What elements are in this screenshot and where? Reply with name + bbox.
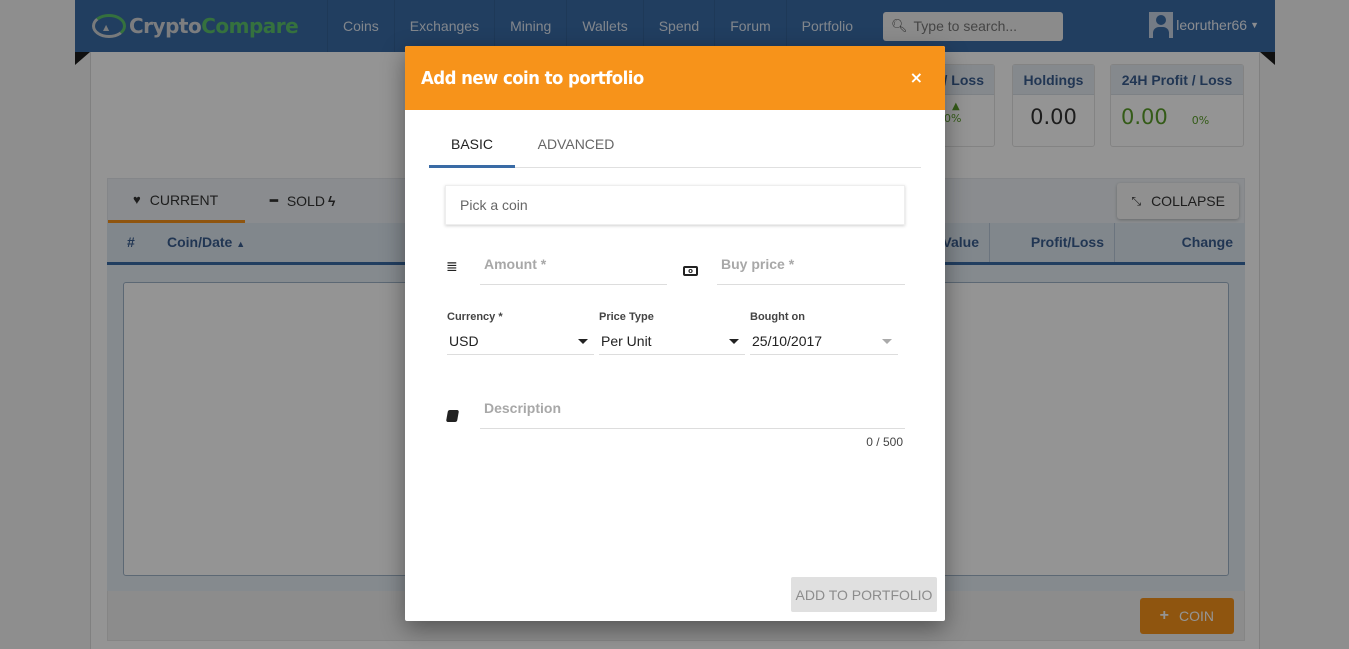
modal-tabs: BASIC ADVANCED	[429, 122, 921, 168]
bought-on-value: 25/10/2017	[752, 333, 823, 349]
dropdown-arrow-icon	[578, 339, 588, 344]
currency-label: Currency *	[447, 311, 503, 323]
modal-header: Add new coin to portfolio ×	[405, 46, 945, 110]
dropdown-arrow-icon	[729, 339, 739, 344]
dropdown-arrow-icon	[882, 339, 892, 344]
bought-on-label: Bought on	[750, 311, 805, 323]
price-type-label: Price Type	[599, 311, 654, 323]
amount-placeholder: Amount *	[484, 256, 547, 272]
money-bill-icon: o	[683, 266, 698, 276]
price-type-select[interactable]: Price Type Per Unit	[599, 311, 745, 355]
price-type-value: Per Unit	[601, 333, 652, 349]
list-icon: ≣	[446, 259, 458, 275]
amount-input[interactable]: Amount *	[480, 256, 667, 285]
currency-select[interactable]: Currency * USD	[447, 311, 594, 355]
description-input[interactable]: Description	[480, 400, 905, 429]
tab-advanced[interactable]: ADVANCED	[529, 122, 623, 168]
add-to-portfolio-button[interactable]: ADD TO PORTFOLIO	[791, 577, 937, 612]
bought-on-datepicker[interactable]: Bought on 25/10/2017	[750, 311, 898, 355]
description-placeholder: Description	[484, 400, 562, 416]
close-icon[interactable]: ×	[910, 68, 923, 87]
buy-price-input[interactable]: Buy price *	[717, 256, 905, 285]
tab-basic[interactable]: BASIC	[429, 122, 515, 168]
book-icon	[445, 410, 460, 422]
modal-title: Add new coin to portfolio	[421, 67, 644, 89]
description-char-counter: 0 / 500	[866, 435, 903, 449]
pick-coin-input[interactable]: Pick a coin	[445, 185, 905, 225]
add-coin-modal: Add new coin to portfolio × BASIC ADVANC…	[405, 46, 945, 621]
currency-value: USD	[449, 333, 479, 349]
pick-coin-placeholder: Pick a coin	[460, 197, 528, 213]
buy-price-placeholder: Buy price *	[721, 256, 795, 272]
